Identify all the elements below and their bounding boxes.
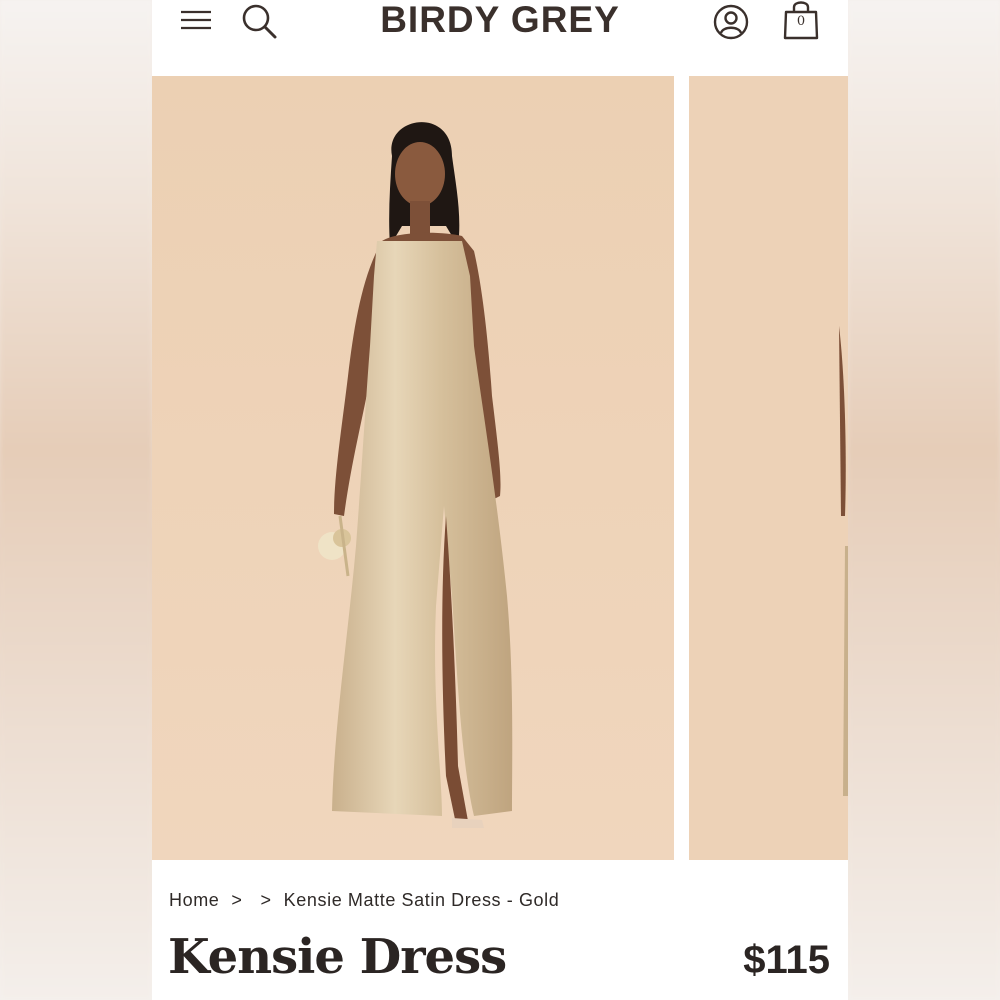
breadcrumb: Home > > Kensie Matte Satin Dress - Gold	[169, 890, 559, 912]
product-image-main[interactable]	[152, 76, 674, 860]
breadcrumb-separator: >	[231, 890, 243, 910]
product-image-next[interactable]	[689, 76, 848, 860]
product-title: Kensie Dress	[168, 929, 507, 985]
dress-model-photo	[152, 76, 674, 860]
background-blur-left	[0, 0, 152, 1000]
mobile-page: BIRDY GREY 0 Home > > Kensie Matte Satin…	[152, 0, 848, 1000]
background-blur-right	[848, 0, 1000, 1000]
product-image-carousel[interactable]	[152, 76, 848, 860]
breadcrumb-separator: >	[260, 890, 272, 910]
breadcrumb-current: Kensie Matte Satin Dress - Gold	[283, 890, 560, 910]
site-header: BIRDY GREY 0	[152, 0, 848, 76]
cart-count-badge: 0	[796, 14, 806, 29]
account-icon[interactable]	[712, 2, 750, 40]
breadcrumb-home-link[interactable]: Home	[169, 890, 219, 911]
product-price: $115	[743, 938, 830, 982]
dress-model-photo-next	[689, 76, 848, 860]
